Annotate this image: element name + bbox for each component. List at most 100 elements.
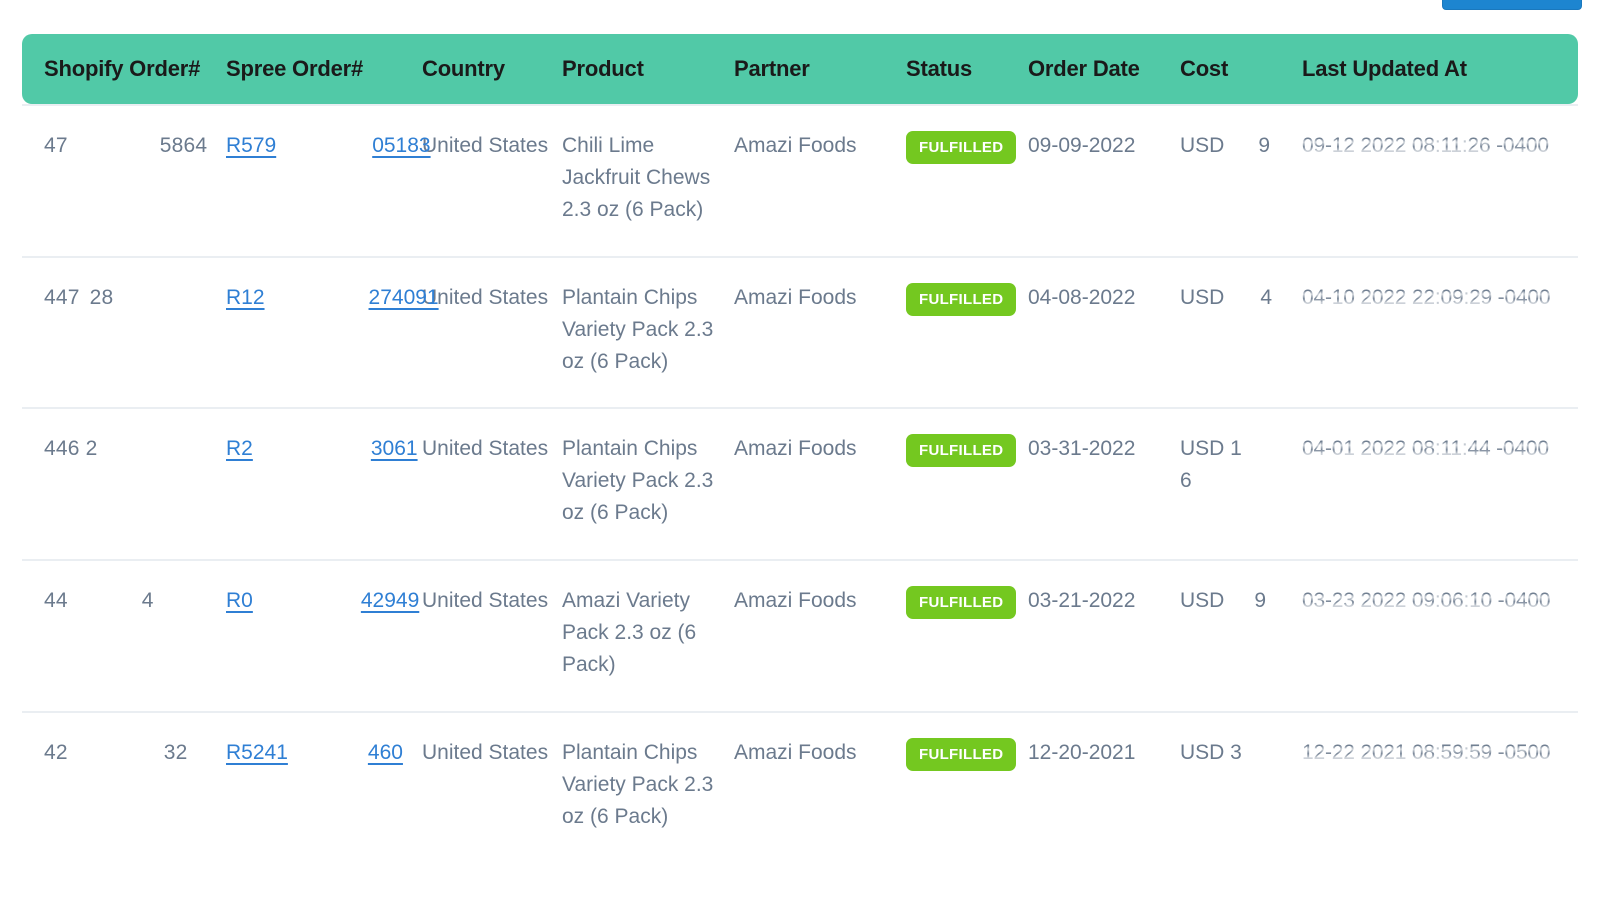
status-badge: FULFILLED xyxy=(906,586,1017,620)
cell-product: Plantain Chips Variety Pack 2.3 oz (6 Pa… xyxy=(558,710,730,863)
spree-order-suffix: 460 xyxy=(367,740,403,764)
cell-country: United States xyxy=(418,255,558,408)
spree-order-link[interactable]: R0 42949 xyxy=(226,585,419,617)
cell-last-updated: 04-01 2022 08:11:44 -0400 xyxy=(1298,407,1578,559)
spree-order-suffix: 42949 xyxy=(360,589,420,613)
cell-order-date: 09-09-2022 xyxy=(1024,104,1176,256)
table-row: 47 5864 R579 05183 United States Chili Lime J… xyxy=(22,104,1578,256)
column-header-last-updated[interactable]: Last Updated At xyxy=(1298,34,1578,104)
shopify-order-prefix: 47 xyxy=(44,134,68,157)
last-updated-timestamp: 12-22 2021 08:59:59 -0500 xyxy=(1302,736,1551,769)
cell-spree-order: R12 274091 xyxy=(222,255,439,408)
column-header-order-date[interactable]: Order Date xyxy=(1024,34,1176,104)
cell-country: United States xyxy=(418,407,558,559)
cell-order-date: 04-08-2022 xyxy=(1024,255,1176,408)
cell-status: FULFILLED xyxy=(902,407,1024,559)
cell-partner: Amazi Foods xyxy=(730,407,902,559)
spree-order-suffix: 05183 xyxy=(372,134,431,157)
cell-status: FULFILLED xyxy=(902,559,1024,711)
shopify-order-prefix: 447 xyxy=(44,285,80,309)
column-header-country[interactable]: Country xyxy=(418,34,558,104)
cell-cost: USD 1 6 xyxy=(1176,407,1298,559)
spree-order-prefix: R2 xyxy=(226,437,253,461)
cell-cost: USD 4 xyxy=(1176,255,1298,408)
shopify-order-suffix: 4 xyxy=(141,589,154,613)
cell-shopify-order: 42 32 xyxy=(22,710,222,863)
cell-shopify-order: 447 28 xyxy=(22,255,222,408)
page-root: Shopify Order# Spree Order# Country Prod… xyxy=(0,0,1600,900)
cell-partner: Amazi Foods xyxy=(730,710,902,863)
last-updated-timestamp: 04-01 2022 08:11:44 -0400 xyxy=(1302,433,1549,466)
cell-shopify-order: 44 4 xyxy=(22,559,222,711)
column-header-product[interactable]: Product xyxy=(558,34,730,104)
table-row: 446 2 R2 3061 United States Plantain Chips Va… xyxy=(22,407,1578,559)
column-header-shopify-order[interactable]: Shopify Order# xyxy=(22,34,222,104)
cell-country: United States xyxy=(418,710,558,863)
cell-spree-order: R2 3061 xyxy=(222,407,418,559)
cell-status: FULFILLED xyxy=(902,710,1024,863)
column-header-cost[interactable]: Cost xyxy=(1176,34,1298,104)
cell-country: United States xyxy=(418,559,558,711)
table-row: 42 32 R5241 460 United States Plantain Chips … xyxy=(22,710,1578,863)
status-badge: FULFILLED xyxy=(906,282,1017,316)
cell-last-updated: 03-23 2022 09:06:10 -0400 xyxy=(1298,559,1578,711)
table-row: 447 28 R12 274091 United States Plantain Chip… xyxy=(22,255,1578,408)
shopify-order-suffix: 2 xyxy=(85,437,98,461)
cell-shopify-order: 446 2 xyxy=(22,407,222,559)
cell-product: Plantain Chips Variety Pack 2.3 oz (6 Pa… xyxy=(558,255,730,408)
shopify-order-suffix: 28 xyxy=(89,285,114,309)
cell-product: Amazi Variety Pack 2.3 oz (6 Pack) xyxy=(558,559,730,711)
spree-order-link[interactable]: R5241 460 xyxy=(226,737,403,769)
cell-status: FULFILLED xyxy=(902,255,1024,408)
spree-order-link[interactable]: R2 3061 xyxy=(226,433,418,465)
shopify-order-prefix: 44 xyxy=(44,589,68,613)
cell-country: United States xyxy=(418,104,558,256)
cell-cost: USD 9 xyxy=(1176,559,1298,711)
cost-prefix: USD 1 xyxy=(1180,437,1242,461)
status-badge: FULFILLED xyxy=(906,434,1017,468)
orders-table: Shopify Order# Spree Order# Country Prod… xyxy=(22,34,1578,863)
cell-last-updated: 09-12 2022 08:11:26 -0400 xyxy=(1298,104,1578,256)
status-badge: FULFILLED xyxy=(906,131,1017,164)
shopify-order-prefix: 446 xyxy=(44,437,80,461)
cell-spree-order: R579 05183 xyxy=(222,104,431,256)
cell-last-updated: 04-10 2022 22:09:29 -0400 xyxy=(1298,255,1578,408)
shopify-order-suffix: 5864 xyxy=(159,134,208,157)
table-row: 44 4 R0 42949 United States Amazi Variety Pac… xyxy=(22,559,1578,711)
spree-order-suffix: 274091 xyxy=(368,285,439,309)
cell-partner: Amazi Foods xyxy=(730,255,902,408)
primary-action-button[interactable] xyxy=(1442,0,1582,10)
spree-order-link[interactable]: R12 274091 xyxy=(226,282,439,314)
cell-partner: Amazi Foods xyxy=(730,104,902,256)
cost-prefix: USD xyxy=(1180,134,1225,157)
cell-last-updated: 12-22 2021 08:59:59 -0500 xyxy=(1298,710,1578,863)
last-updated-timestamp: 04-10 2022 22:09:29 -0400 xyxy=(1302,281,1551,314)
last-updated-timestamp: 09-12 2022 08:11:26 -0400 xyxy=(1302,130,1549,162)
cell-status: FULFILLED xyxy=(902,104,1024,256)
column-header-status[interactable]: Status xyxy=(902,34,1024,104)
spree-order-prefix: R579 xyxy=(226,134,277,157)
last-updated-timestamp: 03-23 2022 09:06:10 -0400 xyxy=(1302,585,1551,617)
cost-suffix: 4 xyxy=(1260,285,1273,309)
spree-order-prefix: R5241 xyxy=(226,740,288,764)
column-header-spree-order[interactable]: Spree Order# xyxy=(222,34,418,104)
spree-order-prefix: R0 xyxy=(226,589,253,613)
column-header-partner[interactable]: Partner xyxy=(730,34,902,104)
spree-order-link[interactable]: R579 05183 xyxy=(226,130,431,162)
top-action-bar xyxy=(0,0,1600,22)
shopify-order-prefix: 42 xyxy=(44,740,68,764)
cell-shopify-order: 47 5864 xyxy=(22,104,222,256)
shopify-order-suffix: 32 xyxy=(163,740,188,764)
cell-spree-order: R5241 460 xyxy=(222,710,418,863)
status-badge: FULFILLED xyxy=(906,737,1017,771)
cost-suffix: 6 xyxy=(1180,469,1192,493)
cell-spree-order: R0 42949 xyxy=(222,559,419,711)
table-body: 47 5864 R579 05183 United States Chili Lime J… xyxy=(22,104,1578,863)
cell-cost: USD 9 xyxy=(1176,104,1298,256)
cell-partner: Amazi Foods xyxy=(730,559,902,711)
table-header: Shopify Order# Spree Order# Country Prod… xyxy=(22,34,1578,104)
cell-product: Chili Lime Jackfruit Chews 2.3 oz (6 Pac… xyxy=(558,104,730,256)
orders-table-container: Shopify Order# Spree Order# Country Prod… xyxy=(22,34,1578,863)
cost-suffix: 9 xyxy=(1258,134,1271,157)
cost-prefix: USD xyxy=(1180,589,1225,613)
